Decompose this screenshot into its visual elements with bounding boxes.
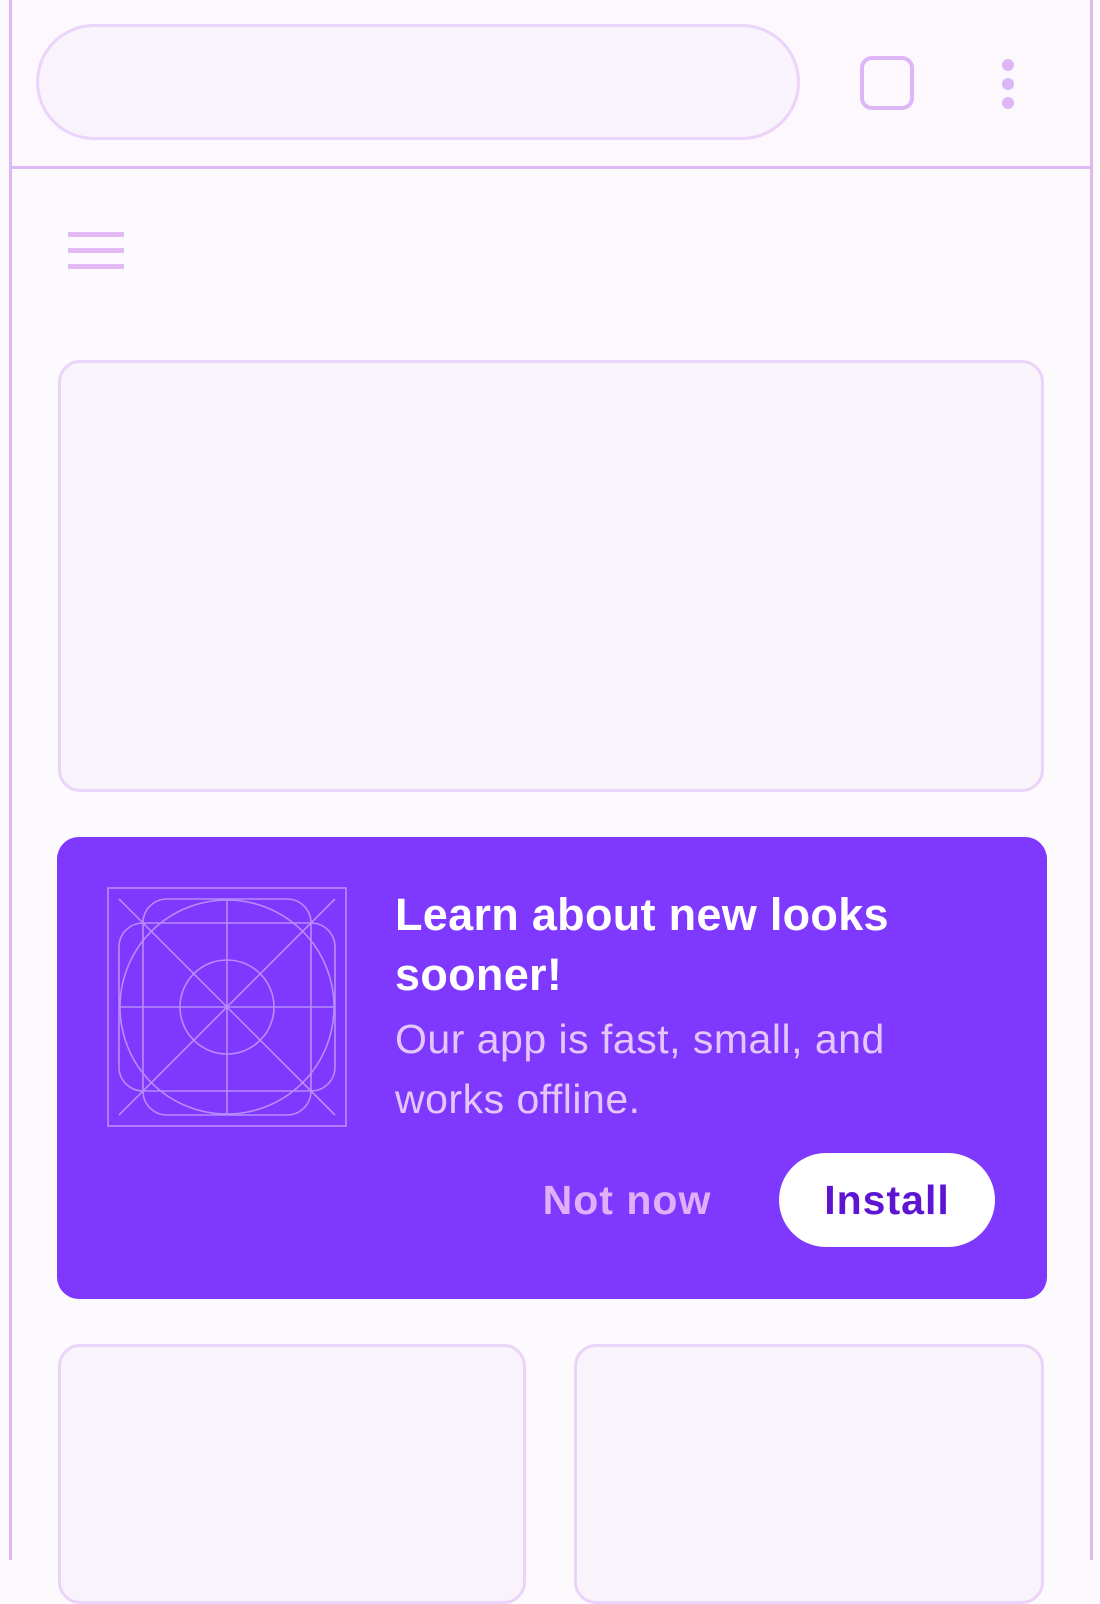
content-card-placeholder (58, 360, 1044, 792)
browser-frame: Learn about new looks sooner! Our app is… (9, 0, 1093, 1604)
browser-toolbar (12, 0, 1090, 169)
not-now-button[interactable]: Not now (527, 1153, 727, 1247)
content-card-placeholder (574, 1344, 1044, 1604)
tab-switcher-icon[interactable] (860, 56, 914, 110)
address-bar[interactable] (36, 24, 800, 140)
install-app-card: Learn about new looks sooner! Our app is… (57, 837, 1047, 1299)
more-vertical-icon[interactable] (996, 56, 1020, 112)
content-card-placeholder (58, 1344, 526, 1604)
hamburger-menu-icon[interactable] (68, 232, 124, 272)
install-button[interactable]: Install (779, 1153, 995, 1247)
menu-dot (1002, 59, 1014, 71)
install-prompt-description: Our app is fast, small, and works offlin… (395, 1016, 885, 1122)
install-prompt-title: Learn about new looks sooner! (395, 889, 889, 1000)
menu-dot (1002, 97, 1014, 109)
app-icon-placeholder (107, 887, 347, 1127)
menu-dot (1002, 78, 1014, 90)
